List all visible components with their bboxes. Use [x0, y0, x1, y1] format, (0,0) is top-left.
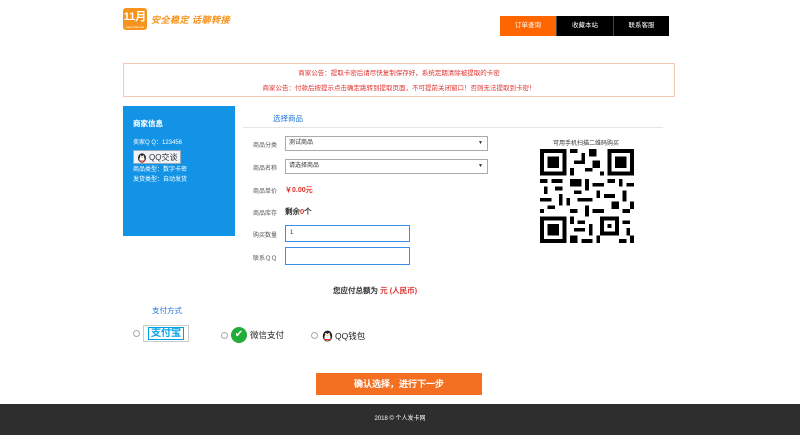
- top-nav: 订单查询 收藏本站 联系客服: [500, 16, 669, 36]
- alipay-label: 支付宝: [148, 327, 184, 340]
- stock-value: 剩余0个: [285, 206, 312, 217]
- category-select[interactable]: 测试商品 ▼: [285, 136, 488, 151]
- qr-code-image: [540, 149, 634, 243]
- qqwallet-radio[interactable]: [311, 332, 318, 339]
- section-title-select-product: 选择商品: [273, 114, 303, 123]
- contact-qq-label: 联系ＱＱ: [253, 256, 278, 262]
- merchant-product-type: 商品类型：数字卡密: [133, 167, 188, 173]
- notice-line-1: 商家公告：提取卡密后请尽快复制保存好，系统定期清除被提取的卡密: [298, 70, 500, 77]
- wechat-check-icon: ✔: [231, 327, 247, 343]
- confirm-next-button[interactable]: 确认选择，进行下一步: [316, 373, 482, 395]
- payment-method-title: 支付方式: [152, 306, 182, 315]
- chevron-down-icon: ▼: [478, 163, 483, 169]
- total-prefix: 您应付总额为: [333, 286, 378, 295]
- footer: 2018 © 个人发卡网: [0, 404, 800, 435]
- logo-text: 11月: [123, 11, 147, 23]
- logo-slogan: 安全稳定 话聊转接: [151, 13, 230, 26]
- product-name-select-value: 请选择商品: [289, 163, 320, 169]
- nav-contact-support[interactable]: 联系客服: [613, 16, 669, 36]
- merchant-qq: 卖家Q Q：123456: [133, 140, 183, 146]
- merchant-notice: 商家公告：提取卡密后请尽快复制保存好，系统定期清除被提取的卡密 商家公告：付款后…: [123, 63, 675, 97]
- total-amount: 您应付总额为 元 (人民币): [333, 285, 417, 296]
- slogan-part-b: 话聊转接: [192, 14, 231, 25]
- chevron-down-icon: ▼: [478, 140, 483, 146]
- stock-label: 商品库存: [253, 211, 278, 217]
- stock-suffix: 个: [304, 207, 312, 216]
- product-name-label: 商品名称: [253, 166, 278, 172]
- qq-wallet-icon: [322, 330, 333, 342]
- qq-chat-button[interactable]: QQ交谈: [133, 150, 182, 164]
- site-logo[interactable]: 11月 www.7dk.com 安全稳定 话聊转接: [123, 7, 230, 31]
- total-unit: 元: [380, 286, 388, 295]
- unit-price-value: ￥0.00元: [285, 187, 313, 194]
- quantity-label: 购买数量: [253, 233, 278, 239]
- alipay-logo: 支付宝: [143, 325, 189, 342]
- payment-option-alipay[interactable]: 支付宝: [133, 325, 189, 342]
- quantity-input[interactable]: 1: [285, 225, 410, 242]
- stock-prefix: 剩余: [285, 207, 300, 216]
- payment-option-wechat[interactable]: ✔ 微信支付: [221, 327, 284, 343]
- payment-option-qqwallet[interactable]: QQ钱包: [311, 329, 365, 342]
- notice-line-2: 商家公告：付款后按提示点击确定跳转到提取页面，不可提前关闭窗口！否则无法提取到卡…: [262, 85, 536, 92]
- slogan-part-a: 安全稳定: [151, 14, 190, 25]
- nav-bookmark[interactable]: 收藏本站: [556, 16, 613, 36]
- merchant-ship-type: 发货类型：自动发货: [133, 177, 188, 183]
- contact-qq-input[interactable]: [285, 247, 410, 265]
- qq-chat-label: QQ交谈: [149, 152, 178, 162]
- logo-mark: 11月 www.7dk.com: [123, 8, 147, 30]
- product-name-select[interactable]: 请选择商品 ▼: [285, 159, 488, 174]
- category-label: 商品分类: [253, 143, 278, 149]
- logo-subtext: www.7dk.com: [125, 25, 145, 29]
- wechat-radio[interactable]: [221, 331, 228, 339]
- merchant-title: 商家信息: [133, 119, 163, 128]
- qq-penguin-icon: [138, 152, 146, 163]
- qqwallet-label: QQ钱包: [335, 330, 366, 341]
- alipay-radio[interactable]: [133, 330, 140, 337]
- wechat-label: 微信支付: [250, 330, 285, 340]
- qr-caption: 可用手机扫描二维码购买: [553, 141, 620, 147]
- merchant-info-panel: 商家信息 卖家Q Q：123456 QQ交谈 商品类型：数字卡密 发货类型：自动…: [123, 106, 235, 236]
- nav-order-query[interactable]: 订单查询: [500, 16, 556, 36]
- total-currency: (人民币): [389, 286, 418, 295]
- section-divider: [243, 127, 663, 128]
- category-select-value: 测试商品: [289, 140, 314, 146]
- unit-price-label: 商品单价: [253, 189, 278, 195]
